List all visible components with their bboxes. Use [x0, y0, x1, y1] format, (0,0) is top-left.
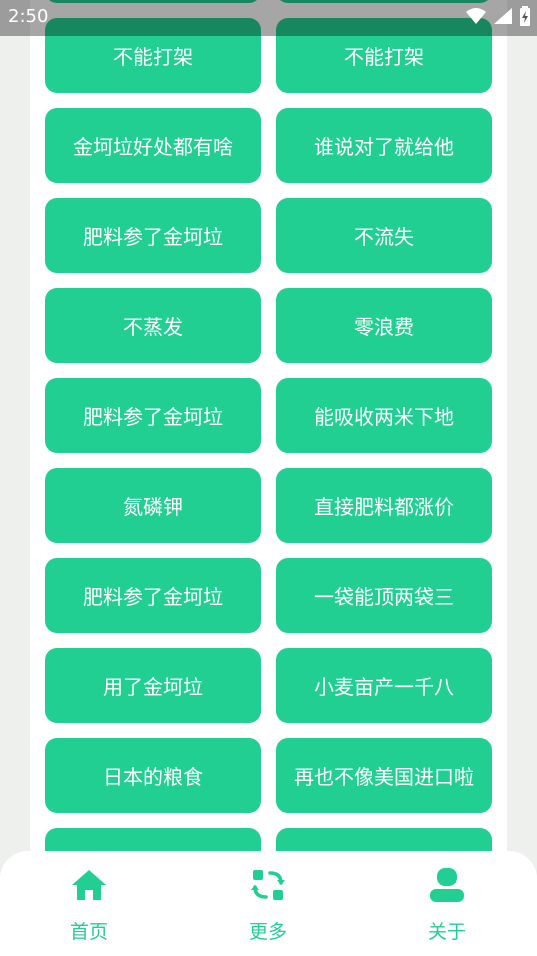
wifi-icon: [465, 7, 487, 29]
phrase-button[interactable]: 能吸收两米下地: [276, 378, 492, 453]
tab-more-label: 更多: [248, 921, 287, 943]
phrase-button[interactable]: 零浪费: [276, 288, 492, 363]
phrase-button[interactable]: 肥料参了金坷垃: [45, 378, 261, 453]
home-icon: [69, 865, 109, 905]
status-bar: 2:50: [0, 0, 537, 36]
phrase-button[interactable]: 金坷垃好处都有啥: [45, 108, 261, 183]
tab-about[interactable]: 关于: [387, 865, 507, 945]
phrase-button[interactable]: 小麦亩产一千八: [276, 648, 492, 723]
bottom-tab-bar: 首页 更多 关于: [0, 851, 537, 956]
tab-home-label: 首页: [69, 921, 108, 943]
phrase-button[interactable]: 再也不像美国进口啦: [276, 738, 492, 813]
phrase-button[interactable]: 氮磷钾: [45, 468, 261, 543]
refresh-icon: [248, 865, 288, 905]
status-icons: [465, 6, 531, 30]
phrase-grid: 不能打架 不能打架 金坷垃好处都有啥 谁说对了就给他 肥料参了金坷垃 不流失 不…: [45, 0, 492, 903]
phrase-button[interactable]: 直接肥料都涨价: [276, 468, 492, 543]
phrase-button[interactable]: 肥料参了金坷垃: [45, 558, 261, 633]
tab-about-label: 关于: [427, 921, 466, 943]
phrase-button[interactable]: 不流失: [276, 198, 492, 273]
phrase-button[interactable]: 不蒸发: [45, 288, 261, 363]
tab-more[interactable]: 更多: [208, 865, 328, 945]
phrase-button[interactable]: 肥料参了金坷垃: [45, 198, 261, 273]
signal-icon: [493, 7, 513, 29]
phrase-button[interactable]: 一袋能顶两袋三: [276, 558, 492, 633]
battery-icon: [519, 6, 531, 30]
person-icon: [427, 865, 467, 905]
phrase-button[interactable]: 用了金坷垃: [45, 648, 261, 723]
tab-home[interactable]: 首页: [29, 865, 149, 945]
phrase-button[interactable]: 谁说对了就给他: [276, 108, 492, 183]
phrase-button[interactable]: 日本的粮食: [45, 738, 261, 813]
status-time: 2:50: [8, 6, 49, 27]
